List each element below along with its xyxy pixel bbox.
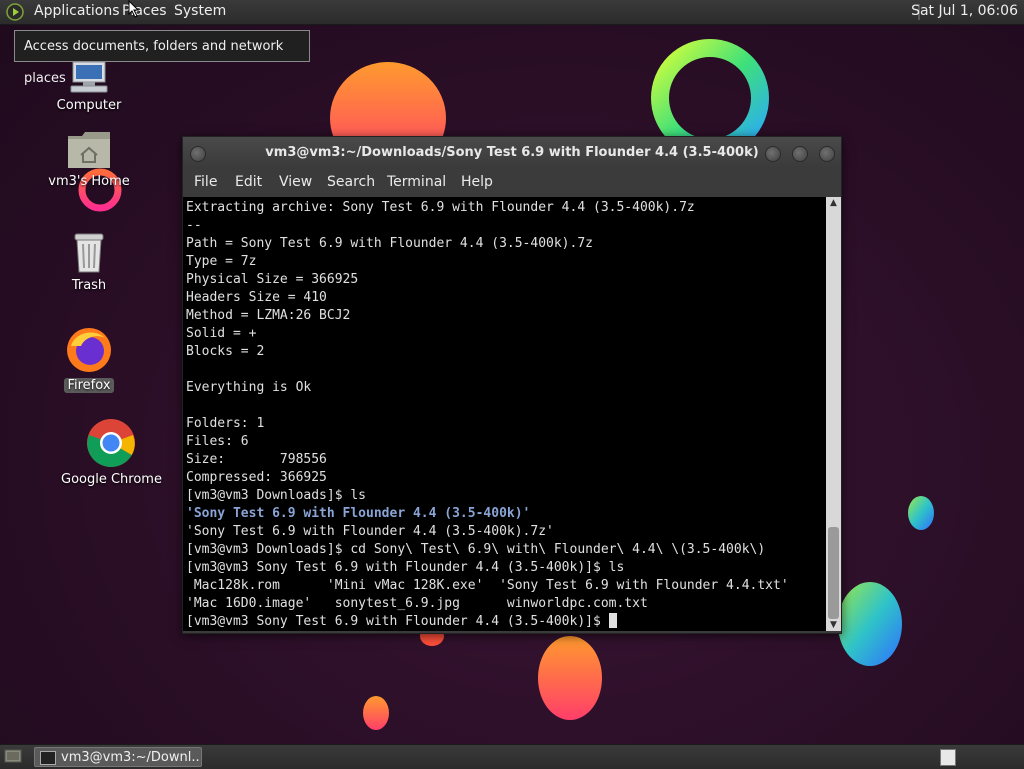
terminal-line: Everything is Ok (186, 380, 312, 395)
terminal-line: Files: 6 (186, 434, 249, 449)
desktop-icon-firefox[interactable]: Firefox (50, 326, 128, 393)
places-tooltip: Access documents, folders and network pl… (14, 30, 310, 86)
mouse-cursor-icon (128, 0, 140, 18)
terminal-window[interactable]: vm3@vm3:~/Downloads/Sony Test 6.9 with F… (182, 136, 842, 634)
desktop-icon-label: Trash (71, 278, 107, 293)
desktop-icon-label: Firefox (64, 378, 114, 393)
scroll-down-arrow-icon[interactable]: ▼ (826, 619, 841, 631)
terminal-line: Blocks = 2 (186, 344, 265, 359)
workspace-switcher[interactable] (940, 749, 956, 766)
menu-help[interactable]: Help (461, 174, 493, 190)
terminal-line: [vm3@vm3 Downloads]$ ls (186, 488, 367, 503)
terminal-line: Size: 798556 (186, 452, 327, 467)
minimize-button[interactable] (765, 146, 781, 162)
home-folder-icon (68, 132, 110, 168)
desktop-icon-chrome[interactable]: Google Chrome (58, 418, 164, 487)
desktop-icon-label: Computer (56, 98, 122, 113)
terminal-menubar: File Edit View Search Terminal Help (183, 169, 841, 197)
top-panel: Applications Places System Sat Jul 1, 06… (0, 0, 1024, 25)
desktop-icon-label: Google Chrome (61, 472, 162, 487)
trash-icon (74, 233, 104, 273)
taskbar-item-terminal[interactable]: vm3@vm3:~/Downl... (34, 747, 202, 767)
bottom-panel: vm3@vm3:~/Downl... (0, 744, 1024, 769)
terminal-line: [vm3@vm3 Sony Test 6.9 with Flounder 4.4… (186, 560, 625, 575)
terminal-line: Mac128k.rom 'Mini vMac 128K.exe' 'Sony T… (186, 578, 789, 593)
terminal-icon (40, 751, 56, 765)
terminal-line: Method = LZMA:26 BCJ2 (186, 308, 351, 323)
clock[interactable]: Sat Jul 1, 06:06 (911, 3, 1018, 19)
terminal-scrollbar[interactable]: ▲ ▼ (826, 197, 841, 631)
terminal-output[interactable]: Extracting archive: Sony Test 6.9 with F… (183, 197, 826, 631)
terminal-line: 'Sony Test 6.9 with Flounder 4.4 (3.5-40… (186, 524, 554, 539)
terminal-line: 'Mac 16D0.image' sonytest_6.9.jpg winwor… (186, 596, 648, 611)
terminal-text: Extracting archive: Sony Test 6.9 with F… (183, 197, 826, 631)
desktop-icon-home[interactable]: vm3's Home (44, 130, 134, 189)
desktop-icon-computer[interactable]: Computer (50, 61, 128, 113)
terminal-line: Type = 7z (186, 254, 257, 269)
maximize-button[interactable] (792, 146, 808, 162)
desktop-icon-label: vm3's Home (48, 174, 130, 189)
terminal-cursor (608, 613, 617, 628)
terminal-line: Path = Sony Test 6.9 with Flounder 4.4 (… (186, 236, 593, 251)
firefox-icon (67, 328, 111, 372)
terminal-line: Folders: 1 (186, 416, 265, 431)
computer-icon (70, 61, 108, 93)
terminal-line: Extracting archive: Sony Test 6.9 with F… (186, 200, 695, 215)
terminal-line: Compressed: 366925 (186, 470, 327, 485)
close-button[interactable] (819, 146, 835, 162)
taskbar-item-label: vm3@vm3:~/Downl... (61, 750, 202, 765)
window-titlebar[interactable]: vm3@vm3:~/Downloads/Sony Test 6.9 with F… (183, 137, 841, 169)
menu-file[interactable]: File (194, 174, 217, 190)
terminal-line: [vm3@vm3 Sony Test 6.9 with Flounder 4.4… (186, 613, 826, 631)
applications-logo-icon[interactable] (6, 3, 24, 21)
terminal-line: Physical Size = 366925 (186, 272, 359, 287)
menu-terminal[interactable]: Terminal (387, 174, 446, 190)
terminal-line: [vm3@vm3 Downloads]$ cd Sony\ Test\ 6.9\… (186, 542, 766, 557)
menu-view[interactable]: View (279, 174, 312, 190)
scrollbar-thumb[interactable] (828, 527, 839, 619)
menu-applications[interactable]: Applications (34, 3, 120, 19)
menu-system[interactable]: System (174, 3, 226, 19)
terminal-line: Headers Size = 410 (186, 290, 327, 305)
chrome-icon (87, 419, 135, 468)
scroll-up-arrow-icon[interactable]: ▲ (826, 197, 841, 209)
desktop-icon-trash[interactable]: Trash (50, 230, 128, 293)
terminal-line: Solid = + (186, 326, 257, 341)
menu-search[interactable]: Search (327, 174, 375, 190)
terminal-line: 'Sony Test 6.9 with Flounder 4.4 (3.5-40… (186, 506, 531, 521)
show-desktop-icon[interactable] (4, 748, 22, 764)
menu-edit[interactable]: Edit (235, 174, 262, 190)
terminal-line: -- (186, 218, 202, 233)
window-title: vm3@vm3:~/Downloads/Sony Test 6.9 with F… (265, 145, 759, 160)
